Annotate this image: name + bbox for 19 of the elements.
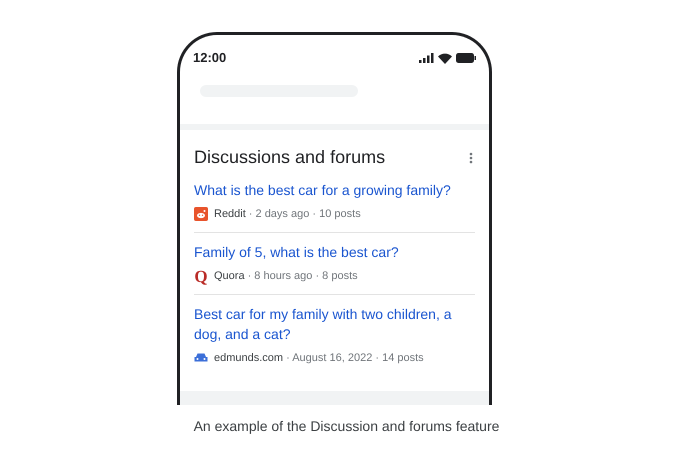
- caption: An example of the Discussion and forums feature: [194, 417, 500, 436]
- more-options-icon[interactable]: [469, 152, 473, 164]
- battery-icon: [456, 53, 476, 63]
- result-meta: · August 16, 2022 · 14 posts: [286, 350, 424, 366]
- car-icon: [194, 352, 208, 364]
- source-name: edmunds.com: [214, 350, 284, 366]
- result-link[interactable]: Family of 5, what is the best car?: [194, 242, 475, 262]
- alien-icon: [194, 207, 208, 222]
- result-meta: · 8 hours ago · 8 posts: [248, 268, 358, 284]
- status-time: 12:00: [193, 49, 226, 68]
- signal-icon: [419, 53, 434, 63]
- logo-letter: Q: [194, 268, 208, 284]
- card-title: Discussions and forums: [194, 146, 386, 169]
- result-link[interactable]: Best car for my family with two children, a dog, and a cat?: [194, 304, 475, 344]
- source-name: Reddit: [214, 207, 246, 222]
- result-link[interactable]: What is the best car for a growing family?: [194, 180, 475, 200]
- result-meta: · 2 days ago · 10 posts: [248, 207, 361, 222]
- source-name: Quora: [214, 268, 245, 284]
- wifi-icon: [438, 52, 452, 64]
